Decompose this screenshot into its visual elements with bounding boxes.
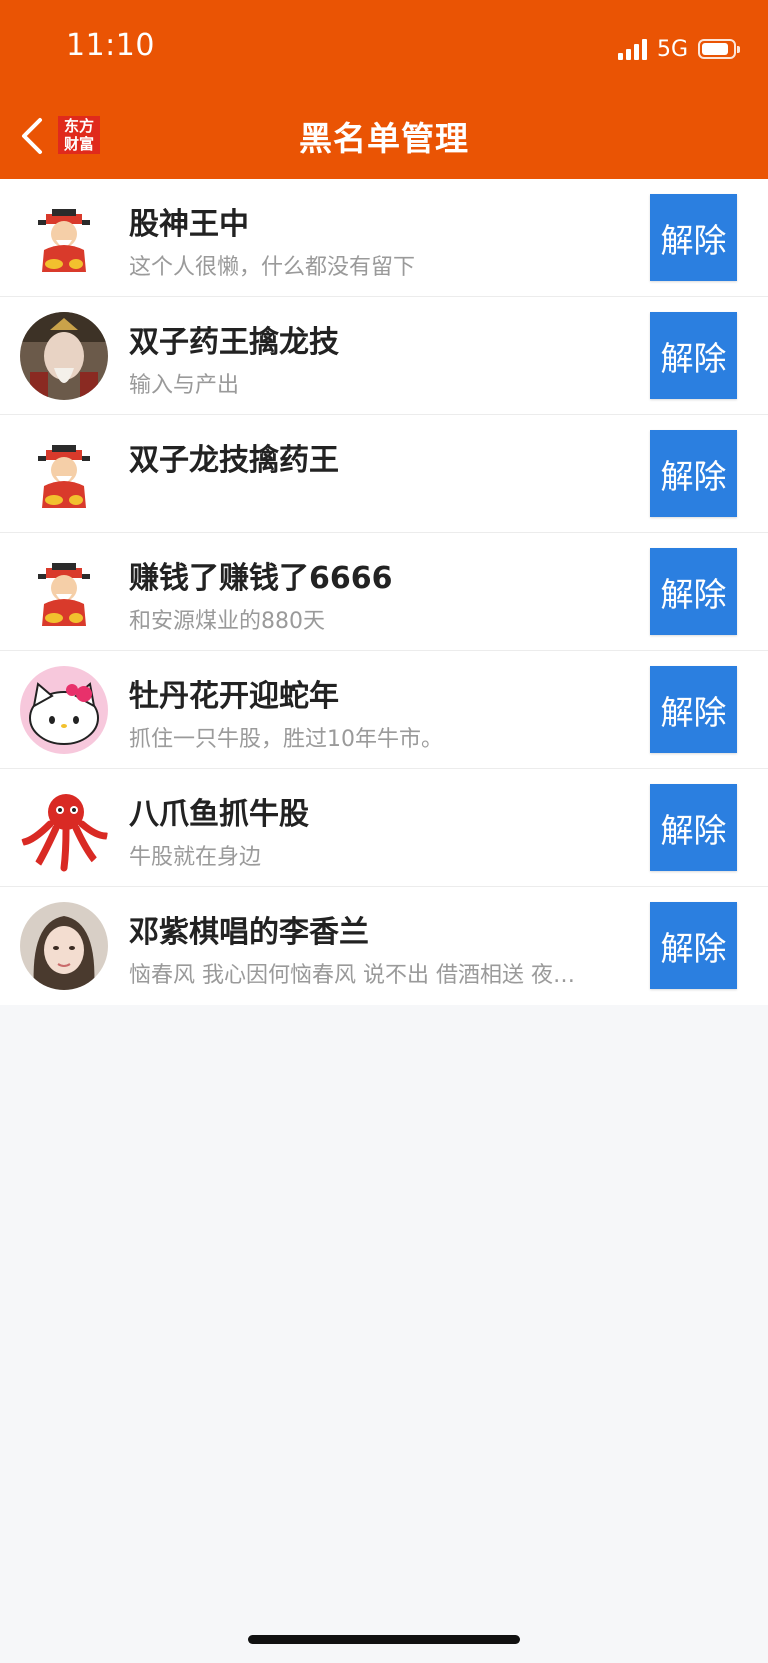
blacklist: 股神王中 这个人很懒，什么都没有留下 解除 双子药王擒龙技 输入与产出 解除 双… [0,179,768,1005]
god-of-wealth-avatar [20,548,108,636]
user-desc: 抓住一只牛股，胜过10年牛市。 [129,727,443,752]
user-desc: 和安源煤业的880天 [129,609,325,634]
portrait-avatar [20,902,108,990]
status-time: 11:10 [66,28,155,63]
user-desc: 这个人很懒，什么都没有留下 [129,255,416,280]
list-item: 股神王中 这个人很懒，什么都没有留下 解除 [0,179,768,297]
user-name: 双子药王擒龙技 [129,325,339,360]
user-name: 邓紫棋唱的李香兰 [129,915,369,950]
list-item: 牡丹花开迎蛇年 抓住一只牛股，胜过10年牛市。 解除 [0,651,768,769]
app-header: 11:10 5G 东方 财富 黑名单管理 [0,0,768,179]
user-name: 股神王中 [129,207,249,242]
unblock-button[interactable]: 解除 [650,430,737,517]
home-indicator [248,1635,520,1644]
user-name: 八爪鱼抓牛股 [129,797,309,832]
unblock-button[interactable]: 解除 [650,784,737,871]
list-item: 赚钱了赚钱了6666 和安源煤业的880天 解除 [0,533,768,651]
user-name: 牡丹花开迎蛇年 [129,679,339,714]
list-item: 邓紫棋唱的李香兰 恼春风 我心因何恼春风 说不出 借酒相送 夜… 解除 [0,887,768,1005]
unblock-button[interactable]: 解除 [650,666,737,753]
unblock-button[interactable]: 解除 [650,194,737,281]
list-item: 双子药王擒龙技 输入与产出 解除 [0,297,768,415]
unblock-button[interactable]: 解除 [650,902,737,989]
network-type: 5G [656,36,688,62]
hello-kitty-avatar [20,666,108,754]
god-of-wealth-avatar [20,430,108,518]
status-indicators: 5G [617,34,740,64]
unblock-button[interactable]: 解除 [650,312,737,399]
page-title: 黑名单管理 [299,119,469,158]
list-item: 八爪鱼抓牛股 牛股就在身边 解除 [0,769,768,887]
list-item: 双子龙技擒药王 解除 [0,415,768,533]
user-name: 赚钱了赚钱了6666 [129,561,393,596]
unblock-button[interactable]: 解除 [650,548,737,635]
signal-icon [617,38,647,60]
octopus-avatar [20,784,108,872]
user-desc: 恼春风 我心因何恼春风 说不出 借酒相送 夜… [129,963,575,988]
user-name: 双子龙技擒药王 [129,443,339,478]
user-desc: 牛股就在身边 [129,845,262,870]
battery-icon [698,39,740,59]
user-desc: 输入与产出 [129,373,240,398]
god-of-wealth-avatar [20,194,108,282]
photo-avatar [20,312,108,400]
